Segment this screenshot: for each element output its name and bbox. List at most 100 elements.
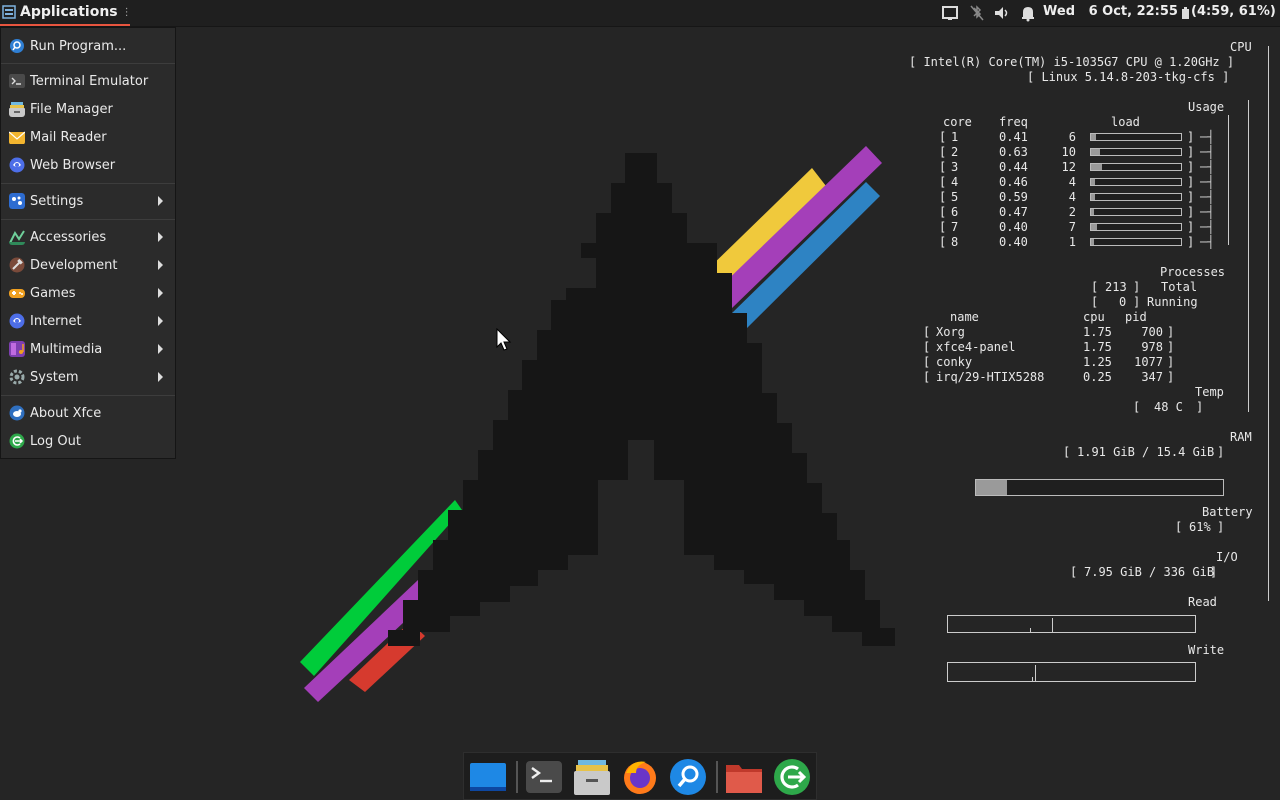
menu-item-settings[interactable]: Settings — [1, 188, 175, 214]
core-number: 1 — [951, 130, 959, 144]
core-row-close-bracket: ] — [1187, 205, 1195, 219]
menu-item-label: About Xfce — [30, 405, 102, 421]
submenu-arrow-icon — [158, 232, 163, 242]
core-number: 6 — [951, 205, 959, 219]
proc-pid: 978 — [1141, 340, 1163, 354]
menu-separator — [1, 183, 175, 184]
core-load-fill — [1091, 239, 1094, 245]
menu-item-label: System — [30, 369, 79, 385]
search-icon[interactable] — [670, 759, 706, 795]
proc-cpu-col-header: cpu — [1083, 310, 1105, 324]
volume-icon[interactable] — [993, 4, 1011, 22]
dock-separator — [516, 761, 518, 793]
search-icon — [10, 39, 24, 53]
terminal-icon — [9, 74, 25, 88]
core-load-fill — [1091, 179, 1095, 185]
proc-cpu: 1.75 — [1083, 325, 1112, 339]
tree-line — [1228, 115, 1229, 245]
file-manager-icon[interactable] — [574, 759, 610, 795]
core-load-bar — [1090, 208, 1182, 216]
menu-item-mail-reader[interactable]: Mail Reader — [1, 124, 175, 150]
core-row-close-bracket: ] — [1187, 145, 1195, 159]
battery-value: 61% — [1189, 520, 1211, 534]
io-close-bracket: ] — [1210, 565, 1218, 579]
mail-icon — [9, 131, 25, 144]
menu-item-about-xfce[interactable]: About Xfce — [1, 400, 175, 426]
core-row-close-bracket: ] — [1187, 130, 1195, 144]
clock[interactable]: Wed 6 Oct, 22:55 — [1043, 4, 1178, 19]
core-load-value: 1 — [1068, 235, 1076, 249]
core-load-bar — [1090, 238, 1182, 246]
menu-item-games[interactable]: Games — [1, 280, 175, 306]
running-label: Running — [1147, 295, 1198, 309]
xfce-icon — [9, 405, 25, 421]
menu-item-web-browser[interactable]: Web Browser — [1, 152, 175, 178]
tree-connector: ─┤ — [1200, 130, 1215, 144]
applications-menu-icon — [2, 5, 16, 19]
core-load-fill — [1091, 134, 1097, 140]
tree-connector: ─┤ — [1200, 205, 1215, 219]
menu-item-internet[interactable]: Internet — [1, 308, 175, 334]
proc-name-col-header: name — [950, 310, 979, 324]
running-close-bracket: ] — [1133, 295, 1141, 309]
proc-pid: 700 — [1141, 325, 1163, 339]
terminal-icon[interactable] — [526, 759, 562, 795]
core-row-close-bracket: ] — [1187, 175, 1195, 189]
ram-usage-fill — [976, 480, 1007, 495]
core-row-open-bracket: [ — [939, 205, 947, 219]
core-load-value: 4 — [1068, 175, 1076, 189]
tree-line — [1268, 46, 1269, 601]
notification-display-icon[interactable] — [942, 4, 958, 22]
folder-icon[interactable] — [726, 759, 762, 795]
bluetooth-off-icon[interactable] — [969, 4, 985, 22]
proc-pid: 1077 — [1134, 355, 1163, 369]
total-close-bracket: ] — [1133, 280, 1141, 294]
menu-item-label: Mail Reader — [30, 129, 107, 145]
proc-cpu: 0.25 — [1083, 370, 1112, 384]
ram-close-bracket: ] — [1217, 445, 1225, 459]
read-label: Read — [1188, 595, 1217, 609]
core-number: 4 — [951, 175, 959, 189]
notifications-bell-icon[interactable] — [1020, 4, 1036, 22]
battery-status[interactable]: (4:59, 61%) — [1191, 4, 1276, 19]
tree-connector: ─┤ — [1200, 160, 1215, 174]
ram-usage-bar — [975, 479, 1224, 496]
core-freq: 0.41 — [999, 130, 1028, 144]
core-number: 3 — [951, 160, 959, 174]
core-row-open-bracket: [ — [939, 145, 947, 159]
menu-item-label: Games — [30, 285, 76, 301]
menu-item-label: Accessories — [30, 229, 107, 245]
desktop-icon[interactable] — [470, 759, 506, 795]
core-row-open-bracket: [ — [939, 235, 947, 249]
top-panel: Applications ⋮ Wed 6 Oct, 22:55 (4:59, 6… — [0, 0, 1280, 27]
total-count: 213 — [1105, 280, 1127, 294]
core-load-value: 2 — [1068, 205, 1076, 219]
menu-item-file-manager[interactable]: File Manager — [1, 96, 175, 122]
core-load-value: 6 — [1068, 130, 1076, 144]
core-number: 5 — [951, 190, 959, 204]
submenu-arrow-icon — [158, 260, 163, 270]
menu-item-terminal-emulator[interactable]: Terminal Emulator — [1, 68, 175, 94]
proc-row-open-bracket: [ — [923, 355, 931, 369]
web-browser-icon — [9, 157, 25, 173]
logout-icon[interactable] — [774, 759, 810, 795]
menu-item-run-program[interactable]: Run Program... — [1, 33, 175, 59]
menu-item-accessories[interactable]: Accessories — [1, 224, 175, 250]
applications-menu-button[interactable]: Applications ⋮ — [0, 0, 132, 26]
menu-item-label: File Manager — [30, 101, 113, 117]
core-load-value: 4 — [1068, 190, 1076, 204]
menu-item-multimedia[interactable]: Multimedia — [1, 336, 175, 362]
freq-col-header: freq — [999, 115, 1028, 129]
io-value: 7.95 GiB / 336 GiB — [1084, 565, 1215, 579]
menu-item-system[interactable]: System — [1, 364, 175, 390]
submenu-arrow-icon — [158, 344, 163, 354]
core-number: 8 — [951, 235, 959, 249]
mouse-cursor-icon — [496, 328, 512, 351]
proc-row-close-bracket: ] — [1167, 370, 1175, 384]
menu-item-log-out[interactable]: Log Out — [1, 428, 175, 454]
menu-item-development[interactable]: Development — [1, 252, 175, 278]
temp-close-bracket: ] — [1196, 400, 1204, 414]
running-open-bracket: [ — [1091, 295, 1099, 309]
core-load-bar — [1090, 193, 1182, 201]
firefox-icon[interactable] — [622, 759, 658, 795]
